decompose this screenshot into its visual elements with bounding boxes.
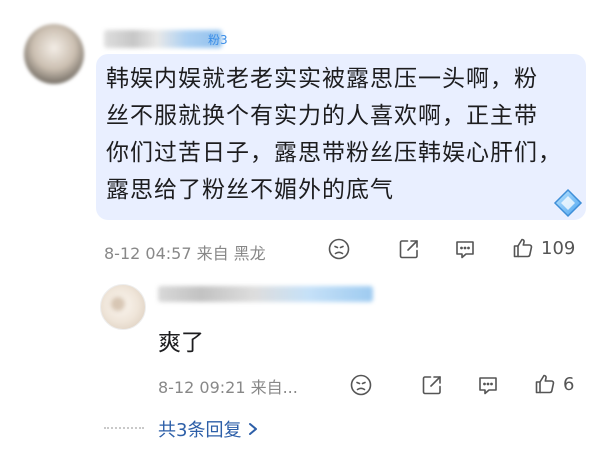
comment-line: 韩娱内娱就老老实实被露思压一头啊，粉 — [106, 66, 538, 92]
reply-timestamp-source: 8-12 09:21 来自... — [158, 378, 298, 397]
comment-line: 丝不服就换个有实力的人喜欢啊，正主带 — [106, 103, 538, 129]
reply-avatar[interactable] — [100, 284, 146, 330]
diamond-badge-icon — [552, 187, 584, 219]
emoji-reaction-icon[interactable] — [349, 373, 373, 397]
comment-line: 你们过苦日子，露思带粉丝压韩娱心肝们， — [106, 140, 562, 166]
like-count: 109 — [541, 237, 576, 259]
like-button[interactable]: 6 — [533, 372, 574, 396]
comment-timestamp-source: 8-12 04:57 来自 黑龙 — [104, 244, 266, 263]
emoji-reaction-icon[interactable] — [327, 237, 351, 261]
share-icon[interactable] — [420, 373, 444, 397]
comment-text: 韩娱内娱就老老实实被露思压一头啊，粉 丝不服就换个有实力的人喜欢啊，正主带 你们… — [106, 61, 576, 209]
view-more-replies-link[interactable]: 共3条回复 — [158, 416, 259, 442]
reply-text: 爽了 — [158, 330, 204, 356]
chevron-right-icon — [247, 422, 259, 436]
comment-line: 露思给了粉丝不媚外的底气 — [106, 177, 394, 203]
reply-name-blurred[interactable] — [158, 286, 373, 302]
commenter-avatar[interactable] — [24, 24, 84, 84]
comment-icon[interactable] — [453, 237, 477, 261]
share-icon[interactable] — [397, 237, 421, 261]
thumbs-up-icon — [511, 236, 535, 260]
like-button[interactable]: 109 — [511, 236, 575, 260]
commenter-name-blurred[interactable] — [104, 30, 222, 48]
more-replies-label: 共3条回复 — [158, 420, 242, 441]
thumbs-up-icon — [533, 372, 557, 396]
comment-icon[interactable] — [476, 373, 500, 397]
fan-level-badge: 粉3 — [208, 33, 228, 47]
thread-divider — [104, 427, 144, 429]
like-count: 6 — [563, 373, 575, 395]
